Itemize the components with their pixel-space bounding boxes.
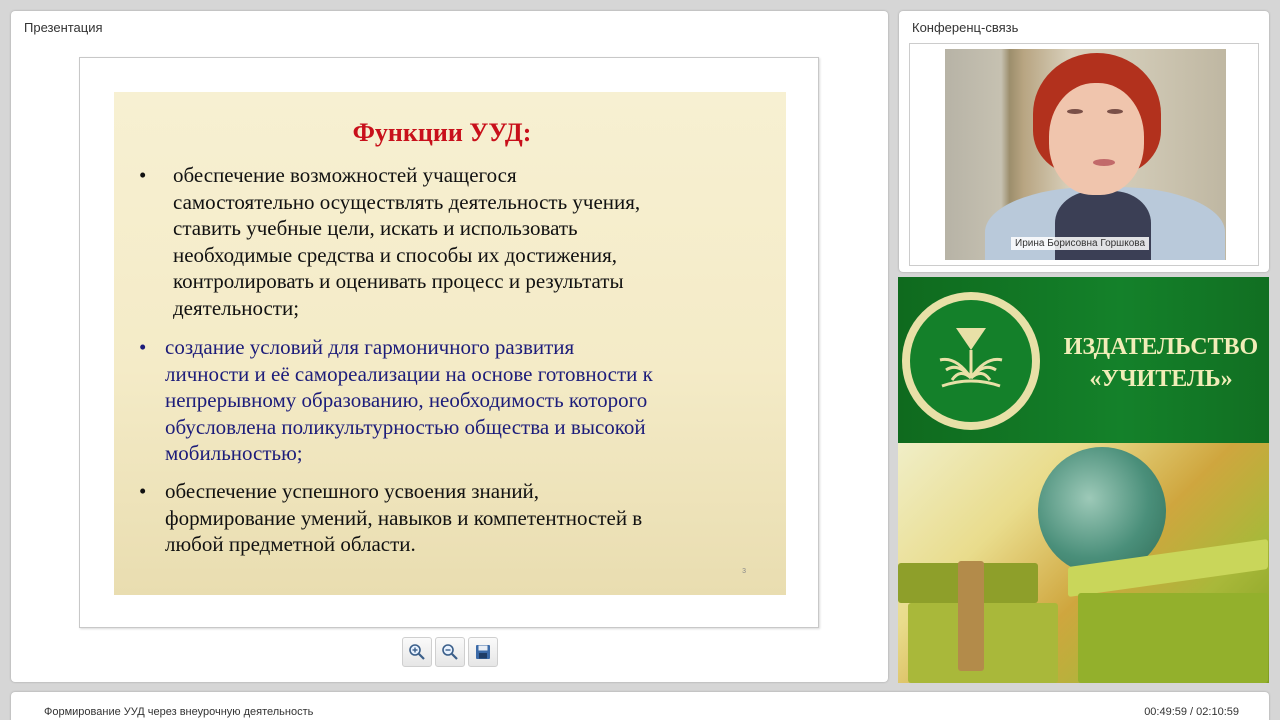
zoom-out-icon bbox=[442, 644, 458, 660]
slide: Функции УУД: • обеспечение возможностей … bbox=[114, 92, 786, 595]
bullet-text: обеспечение успешного усвоения знаний, ф… bbox=[165, 479, 643, 557]
slide-frame: Функции УУД: • обеспечение возможностей … bbox=[79, 57, 819, 628]
conference-panel: Конференц-связь Ирина Борисовна Горшкова bbox=[899, 11, 1269, 272]
save-icon bbox=[476, 645, 490, 659]
speaker-video[interactable]: Ирина Борисовна Горшкова bbox=[945, 49, 1226, 260]
save-button[interactable] bbox=[468, 637, 498, 667]
publisher-name: ИЗДАТЕЛЬСТВО «УЧИТЕЛЬ» bbox=[1063, 334, 1259, 392]
playback-time: 00:49:59 / 02:10:59 bbox=[1144, 706, 1239, 718]
footer-bar: Формирование УУД через внеурочную деятел… bbox=[11, 692, 1269, 720]
slide-number: 3 bbox=[742, 568, 746, 575]
slide-toolbar bbox=[402, 637, 498, 669]
bullet-marker: • bbox=[139, 479, 147, 503]
books-globe-image bbox=[898, 443, 1269, 683]
publisher-banner: ИЗДАТЕЛЬСТВО «УЧИТЕЛЬ» bbox=[898, 277, 1269, 443]
video-container: Ирина Борисовна Горшкова bbox=[909, 43, 1259, 266]
publisher-logo bbox=[902, 292, 1040, 430]
bullet-marker: • bbox=[139, 335, 147, 359]
zoom-in-icon bbox=[409, 644, 425, 660]
bullet-text: создание условий для гармоничного развит… bbox=[165, 335, 653, 466]
presentation-panel-title: Презентация bbox=[24, 20, 103, 35]
conference-panel-title: Конференц-связь bbox=[912, 20, 1019, 35]
speaker-name-label: Ирина Борисовна Горшкова bbox=[1011, 237, 1150, 250]
slide-title: Функции УУД: bbox=[352, 118, 532, 147]
presentation-panel: Презентация Функции УУД: • обеспечение в… bbox=[11, 11, 888, 682]
zoom-in-button[interactable] bbox=[402, 637, 432, 667]
zoom-out-button[interactable] bbox=[435, 637, 465, 667]
open-book-logo-icon bbox=[939, 328, 1003, 388]
webinar-title: Формирование УУД через внеурочную деятел… bbox=[44, 706, 314, 718]
bullet-text: обеспечение возможностей учащегося самос… bbox=[173, 163, 641, 320]
bullet-marker: • bbox=[139, 163, 147, 187]
